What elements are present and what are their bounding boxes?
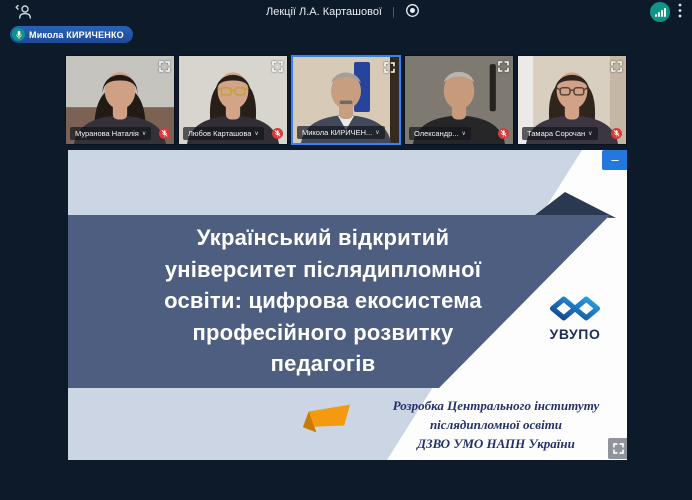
- chevron-down-icon: ∨: [461, 130, 466, 137]
- chevron-down-icon: ∨: [254, 130, 259, 137]
- participant-tile[interactable]: Микола КИРИЧЕН... ∨: [291, 55, 401, 145]
- participant-strip: Муранова Наталія ∨ Любов Карташова ∨ Мик…: [65, 55, 627, 145]
- credit-line: післядипломної освіти: [429, 417, 563, 432]
- chevron-down-icon: ∨: [588, 130, 593, 137]
- screen-share-slide: Український відкритий університет післяд…: [68, 150, 627, 460]
- mic-muted-indicator: [272, 128, 283, 139]
- participant-tile[interactable]: Муранова Наталія ∨: [65, 55, 175, 145]
- participants-panel-button[interactable]: [14, 3, 34, 24]
- active-speaker-badge: Микола КИРИЧЕНКО: [10, 26, 133, 43]
- uvupo-logo: УВУПО: [536, 294, 614, 342]
- expand-icon: [613, 443, 624, 454]
- minimize-share-button[interactable]: –: [602, 150, 627, 170]
- tile-expand-icon[interactable]: [272, 59, 283, 72]
- meeting-app: Лекції Л.А. Карташової | Микола КИРИЧЕНК…: [0, 0, 692, 500]
- participant-tile[interactable]: Тамара Сорочан ∨: [517, 55, 627, 145]
- participant-name-tag[interactable]: Микола КИРИЧЕН... ∨: [297, 126, 385, 139]
- mic-icon: [12, 28, 25, 41]
- tile-expand-icon[interactable]: [611, 59, 622, 72]
- participant-name: Олександр...: [414, 129, 459, 138]
- participant-name: Тамара Сорочан: [527, 129, 586, 138]
- tile-expand-icon[interactable]: [384, 60, 395, 73]
- connection-signal-icon[interactable]: [650, 2, 670, 22]
- chevron-down-icon: ∨: [141, 130, 147, 137]
- tile-expand-icon[interactable]: [498, 59, 509, 72]
- slide-title-line: освіти: цифрова екосистема: [164, 288, 482, 313]
- top-bar: Лекції Л.А. Карташової |: [0, 0, 692, 24]
- credit-line: Розробка Центрального інституту: [392, 398, 600, 413]
- slide-credit: Розробка Центрального інституту післядип…: [368, 396, 624, 453]
- control-bar: [0, 460, 692, 500]
- logo-text: УВУПО: [549, 326, 601, 342]
- more-options-button[interactable]: [678, 3, 682, 21]
- participants-icon: [14, 3, 34, 24]
- participant-tile[interactable]: Любов Карташова ∨: [178, 55, 288, 145]
- fullscreen-share-button[interactable]: [608, 438, 627, 459]
- orange-arrow-shape: [302, 404, 350, 433]
- chevron-down-icon: ∨: [375, 129, 380, 136]
- kebab-menu-icon: [678, 3, 682, 21]
- participant-name-tag[interactable]: Любов Карташова ∨: [183, 127, 264, 140]
- participant-name-tag[interactable]: Муранова Наталія ∨: [70, 127, 152, 140]
- credit-line: ДЗВО УМО НАПН України: [417, 436, 575, 451]
- slide-title-line: Український відкритий: [196, 225, 450, 250]
- meeting-title: Лекції Л.А. Карташової: [265, 6, 382, 18]
- mic-muted-indicator: [611, 128, 622, 139]
- participant-name: Муранова Наталія: [75, 129, 139, 138]
- participant-tile[interactable]: Олександр... ∨: [404, 55, 514, 145]
- infinity-logo-icon: [549, 296, 601, 321]
- participant-name: Микола КИРИЧЕН...: [302, 128, 373, 137]
- record-button[interactable]: [405, 3, 420, 21]
- slide-title: Український відкритий університет післяд…: [103, 222, 543, 380]
- slide-title-line: професійного розвитку: [192, 319, 454, 345]
- mic-muted-indicator: [159, 128, 170, 139]
- participant-name-tag[interactable]: Тамара Сорочан ∨: [522, 127, 598, 140]
- slide-title-line: педагогів: [270, 351, 376, 376]
- title-separator: |: [391, 6, 395, 18]
- participant-name-tag[interactable]: Олександр... ∨: [409, 127, 471, 140]
- tile-expand-icon[interactable]: [159, 59, 170, 72]
- slide-title-line: університет післядипломної: [164, 256, 482, 282]
- record-icon: [405, 3, 420, 21]
- active-speaker-name: Микола КИРИЧЕНКО: [29, 29, 124, 40]
- mic-muted-indicator: [498, 128, 509, 139]
- participant-name: Любов Карташова: [188, 129, 252, 138]
